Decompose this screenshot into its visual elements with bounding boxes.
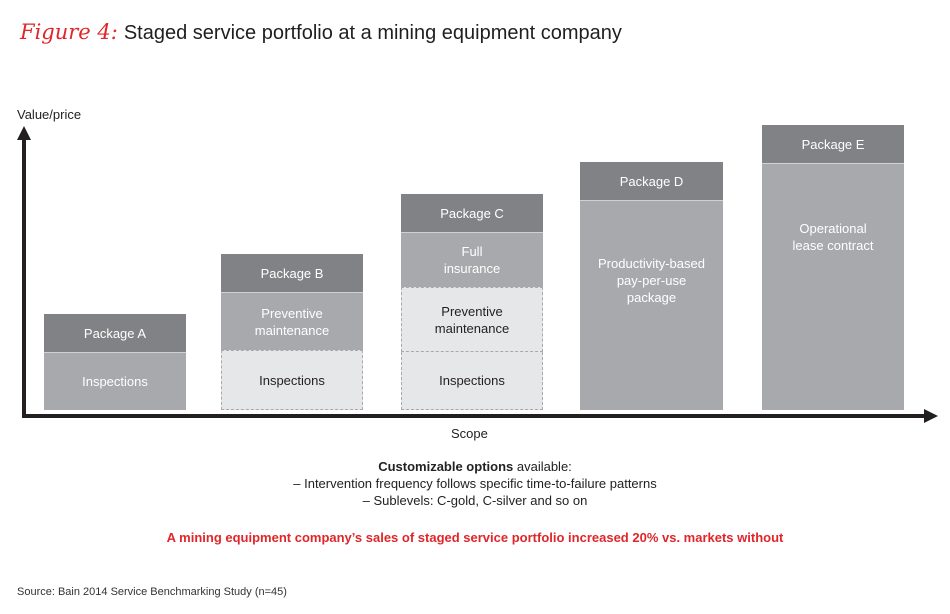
package-b: Package B Preventive maintenance Inspect… xyxy=(221,254,363,410)
notes-heading: Customizable options available: xyxy=(0,458,950,475)
highlight-statement: A mining equipment company’s sales of st… xyxy=(166,530,784,545)
package-a-header: Package A xyxy=(44,314,186,353)
y-axis-line xyxy=(22,136,26,418)
package-b-header: Package B xyxy=(221,254,363,293)
package-b-segment: Preventive maintenance xyxy=(221,293,363,350)
x-axis-label: Scope xyxy=(451,426,488,441)
package-d-segment: Productivity-based pay-per-use package xyxy=(580,201,723,410)
package-b-segment: Inspections xyxy=(221,350,363,410)
y-axis-label: Value/price xyxy=(17,107,82,122)
package-a-segment: Inspections xyxy=(44,353,186,410)
x-axis-arrow-icon xyxy=(924,409,938,423)
package-e-header: Package E xyxy=(762,125,904,164)
package-e: Package E Operational lease contract xyxy=(762,125,904,410)
package-c-segment: Inspections xyxy=(401,352,543,410)
notes-heading-bold: Customizable options xyxy=(378,459,514,474)
package-c-header: Package C xyxy=(401,194,543,233)
package-c-segment: Full insurance xyxy=(401,233,543,287)
notes-item: – Sublevels: C-gold, C-silver and so on xyxy=(362,493,588,508)
x-axis-line xyxy=(22,414,928,418)
package-d-header: Package D xyxy=(580,162,723,201)
figure-label: Figure 4: xyxy=(20,20,118,44)
customizable-options-notes: Customizable options available: – Interv… xyxy=(0,458,950,509)
notes-item: – Intervention frequency follows specifi… xyxy=(293,476,657,491)
package-e-segment: Operational lease contract xyxy=(762,164,904,410)
package-a: Package A Inspections xyxy=(44,314,186,410)
source-note: Source: Bain 2014 Service Benchmarking S… xyxy=(17,586,287,598)
package-d: Package D Productivity-based pay-per-use… xyxy=(580,162,723,410)
package-c-segment: Preventive maintenance xyxy=(401,287,543,352)
figure-title-text: Staged service portfolio at a mining equ… xyxy=(123,22,622,44)
package-c: Package C Full insurance Preventive main… xyxy=(401,194,543,410)
y-axis-arrow-icon xyxy=(17,126,31,140)
notes-heading-rest: available: xyxy=(513,459,572,474)
figure-title: Figure 4: Staged service portfolio at a m… xyxy=(20,20,622,45)
